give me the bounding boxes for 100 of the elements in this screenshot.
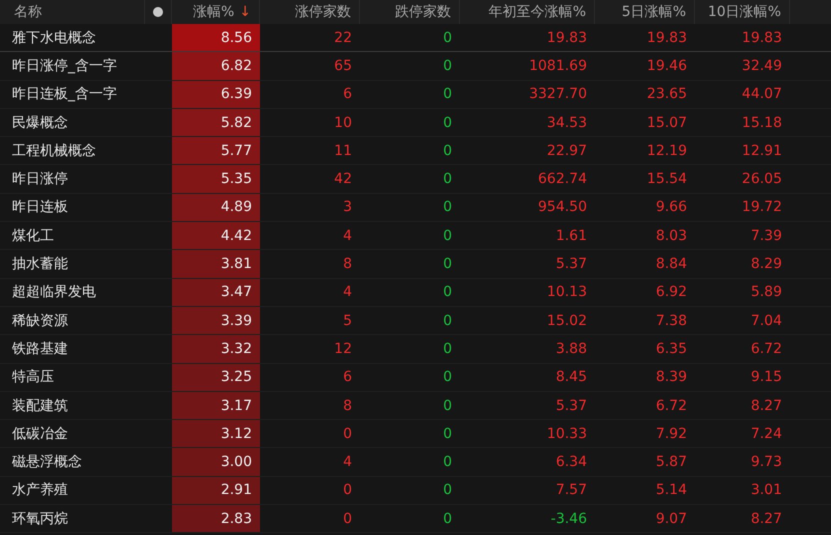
table-cell-text: 5.37 [554,255,588,274]
column-header[interactable]: 10日涨幅% [708,3,781,21]
table-cell-text: 5.89 [750,283,783,302]
table-cell: 3.25 [172,364,260,391]
table-cell-text: 19.46 [646,56,688,76]
table-cell-text: 6.34 [554,453,588,472]
table-cell: 8.56 [172,24,260,52]
column-header[interactable]: 名称 [14,3,42,21]
table-cell: 3.39 [172,306,260,334]
table-cell-text: 0 [442,312,453,331]
table-cell-text: 8.45 [554,368,588,388]
table-cell-text: 7.38 [654,312,688,331]
table-cell-text: 0 [442,198,453,218]
table-cell-text: 0 [442,170,453,190]
table-cell-text: 0 [342,510,353,529]
column-header[interactable]: 5日涨幅% [622,3,686,21]
table-cell-text: 3327.70 [528,85,588,104]
table-cell-text: 0 [442,255,453,274]
table-cell-text: 65 [333,56,353,76]
table-cell-text: -3.46 [550,510,588,529]
table-cell-text: 1.61 [554,226,588,246]
table-cell-text: 昨日涨停_含一字 [11,56,118,76]
table-cell-text: 6.72 [750,340,783,359]
table-cell-text: 6.92 [654,283,688,302]
table-cell-text: 8 [342,255,353,274]
table-cell-text: 5.37 [554,396,588,416]
table-cell-text: 超超临界发电 [11,283,97,302]
table-cell: 6.39 [172,80,260,108]
table-cell-text: 12.19 [646,142,688,161]
table-cell-text: 44.07 [740,85,783,104]
table-cell-text: 9.73 [750,453,783,472]
table-cell-text: 19.72 [740,198,783,218]
table-cell-text: 4 [342,283,353,302]
table-cell-text: 1081.69 [528,56,588,76]
column-header[interactable]: 涨幅% [192,3,234,21]
table-cell-text: 8.84 [654,255,688,274]
table-cell-text: 0 [442,453,453,472]
table-cell-text: 7.57 [554,481,588,500]
table-cell-text: 7.39 [750,226,783,246]
table-cell-text: 26.05 [740,170,783,190]
table-cell-text: 0 [442,283,453,302]
table-cell-text: 装配建筑 [11,396,69,416]
table-cell-text: 4 [342,453,353,472]
table-cell-text: 954.50 [537,198,588,218]
table-cell-text: 6 [342,368,353,388]
table-cell-text: 0 [442,56,453,76]
table-cell: 5.77 [172,137,260,164]
table-cell-text: 9.15 [750,368,783,388]
table-cell: 6.82 [172,52,260,80]
table-cell-text: 19.83 [646,28,688,48]
table-cell-text: 0 [442,396,453,416]
table-cell-text: 9.07 [654,510,688,529]
table-cell-text: 12 [333,340,353,359]
table-cell-text: 11 [333,142,353,161]
table-cell-text: 22.97 [546,142,588,161]
table-cell-text: 0 [442,226,453,246]
table-cell-text: 19.83 [546,28,588,48]
table-cell-text: 12.91 [740,142,783,161]
table-cell-text: 10.33 [546,424,588,444]
table-cell: 2.91 [172,476,260,504]
table-cell-text: 34.53 [546,114,588,133]
table-cell-text: 6.72 [654,396,688,416]
table-cell-text: 昨日涨停 [11,170,69,190]
table-cell-text: 9.66 [654,198,688,218]
table-cell-text: 42 [333,170,353,190]
table-cell-text: 15.07 [646,114,688,133]
table-cell-text: 23.65 [646,85,688,104]
table-cell: 3.47 [172,278,260,306]
table-cell-text: 8 [342,396,353,416]
table-cell-text: 昨日连板_含一字 [11,85,118,104]
table-cell-text: 磁悬浮概念 [11,453,83,472]
table-cell-text: 22 [333,28,353,48]
table-cell: 3.17 [172,392,260,420]
column-header[interactable]: 跌停家数 [395,3,451,21]
table-cell-text: 0 [442,340,453,359]
table-cell-text: 10.13 [546,283,588,302]
table-cell: 4.42 [172,222,260,250]
table-cell-text: 0 [442,424,453,444]
column-header[interactable]: 年初至今涨幅% [488,3,586,21]
table-cell-text: 5.87 [654,453,688,472]
table-cell-text: 0 [442,481,453,500]
table-cell: 4.89 [172,194,260,222]
table-cell-text: 5 [342,312,353,331]
table-cell-text: 19.83 [740,28,783,48]
table-cell-text: 0 [342,424,353,444]
table-cell-text: 昨日连板 [11,198,69,218]
table-cell-text: 6 [342,85,353,104]
table-cell-text: 0 [442,28,453,48]
table-cell-text: 8.27 [750,510,783,529]
table-cell-text: 铁路基建 [11,340,69,359]
table-cell-text: 0 [442,85,453,104]
table-cell: 3.12 [172,420,260,448]
table-cell-text: 工程机械概念 [11,142,97,161]
table-cell-text: 抽水蓄能 [11,255,69,274]
table-cell-text: 煤化工 [11,226,55,246]
table-cell-text: 3.88 [554,340,588,359]
table-cell-text: 0 [342,481,353,500]
column-header[interactable]: 涨停家数 [295,3,351,21]
table-cell-text: 3 [342,198,353,218]
dot-icon[interactable] [153,7,163,17]
